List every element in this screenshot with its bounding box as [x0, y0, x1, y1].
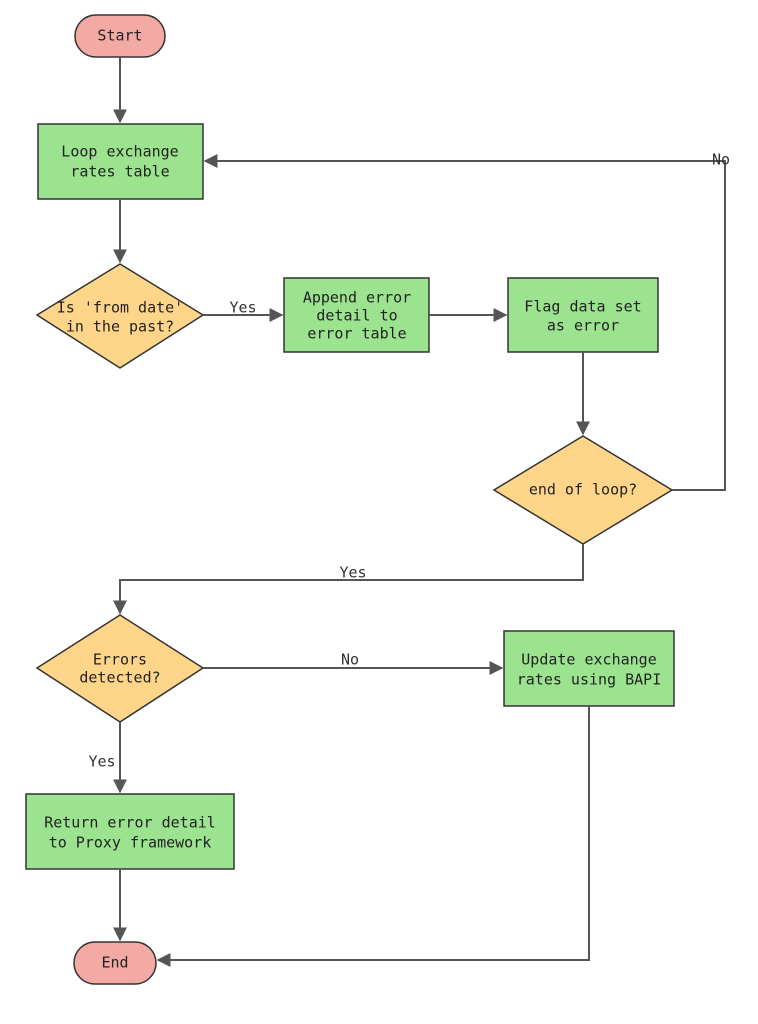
label-errors-yes: Yes: [88, 753, 115, 771]
node-endloop-label: end of loop?: [529, 481, 637, 499]
node-return-label1: Return error detail: [44, 814, 216, 832]
node-return-label2: to Proxy framework: [49, 834, 212, 852]
node-fromdate-label1: Is 'from date': [57, 299, 183, 317]
node-update-label2: rates using BAPI: [517, 671, 662, 689]
node-flag-label2: as error: [547, 317, 619, 335]
node-fromdate-label2: in the past?: [66, 318, 174, 336]
node-update-label1: Update exchange: [521, 651, 656, 669]
node-append-label2: detail to: [316, 307, 397, 325]
node-append-label1: Append error: [303, 289, 411, 307]
node-end-label: End: [101, 954, 128, 972]
node-flag-label1: Flag data set: [524, 298, 641, 316]
node-start-label: Start: [97, 27, 142, 45]
node-errors-label2: detected?: [79, 669, 160, 687]
label-errors-no: No: [341, 651, 359, 669]
node-errors-label1: Errors: [93, 651, 147, 669]
node-update: [504, 631, 674, 706]
label-endloop-yes: Yes: [339, 564, 366, 582]
node-loop: [38, 124, 203, 199]
label-fromdate-yes: Yes: [229, 299, 256, 317]
node-return: [26, 794, 234, 869]
node-loop-label1: Loop exchange: [61, 143, 178, 161]
flowchart-diagram: Start Loop exchange rates table Is 'from…: [0, 0, 758, 1024]
label-endloop-no: No: [712, 151, 730, 169]
node-loop-label2: rates table: [70, 163, 169, 181]
node-append-label3: error table: [307, 325, 406, 343]
